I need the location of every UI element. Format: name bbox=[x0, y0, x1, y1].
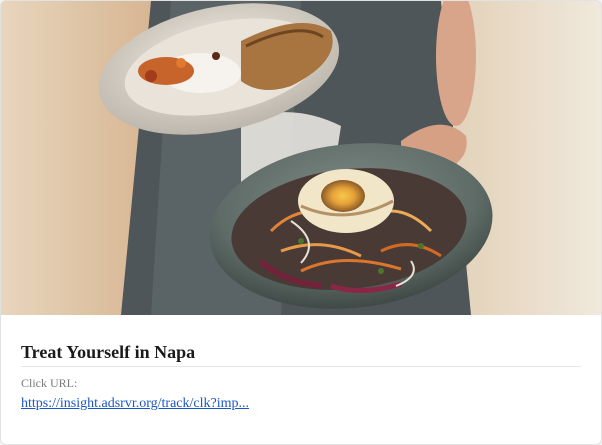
card-body: Treat Yourself in Napa Click URL: https:… bbox=[1, 342, 601, 412]
food-photo bbox=[1, 1, 601, 315]
click-url-label: Click URL: bbox=[21, 376, 78, 390]
card-title: Treat Yourself in Napa bbox=[21, 342, 581, 367]
ad-preview-card: Treat Yourself in Napa Click URL: https:… bbox=[0, 0, 602, 445]
click-url-link[interactable]: https://insight.adsrvr.org/track/clk?imp… bbox=[21, 396, 249, 412]
